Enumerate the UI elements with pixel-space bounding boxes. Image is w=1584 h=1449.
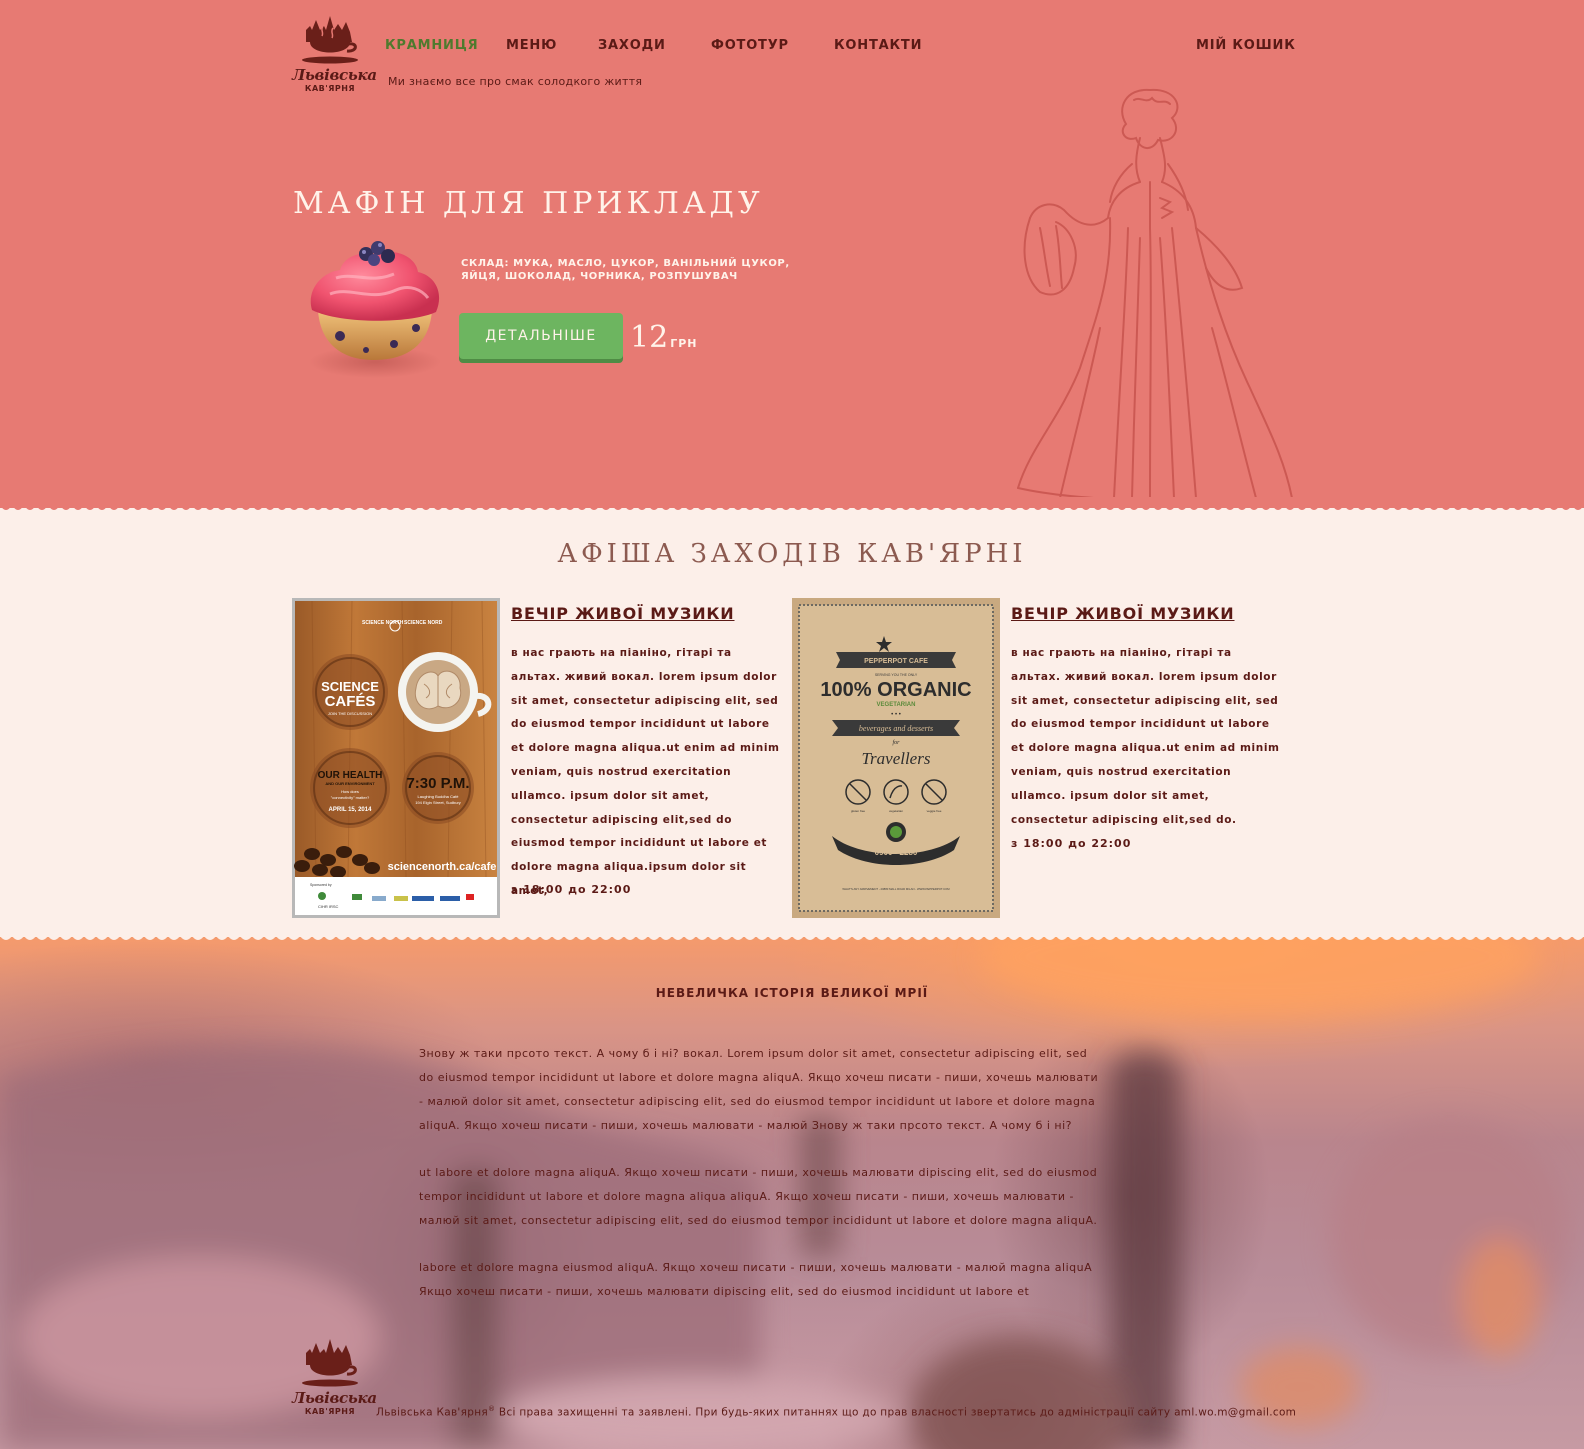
event-title-link[interactable]: ВЕЧІР ЖИВОЇ МУЗИКИ — [1011, 604, 1235, 623]
poster-science-north-text: SCIENCE NORTH — [362, 620, 404, 626]
wave-divider — [0, 930, 1584, 940]
poster-time: 7:30 P.M. — [406, 775, 469, 792]
event-card: SCIENCE NORTH SCIENCE NORD SCIENCE CAFÉS… — [292, 598, 782, 928]
poster-topic-3: How does — [341, 789, 359, 794]
tagline: Ми знаємо все про смак солодкого життя — [388, 75, 643, 88]
price-currency: ГРН — [670, 337, 698, 350]
history-paragraph: Знову ж таки прсото текст. А чому б і ні… — [419, 1047, 1099, 1132]
svg-text:• • •: • • • — [891, 712, 901, 718]
poster-icon-label-3: veggie free — [927, 809, 942, 813]
event-description: в нас грають на піаніно, гітарі та альта… — [1011, 647, 1280, 826]
poster-sponsor: CIHR IRSC — [318, 904, 339, 909]
poster-topic-2: AND OUR ENVIRONMENT — [325, 781, 375, 786]
poster-venue-2: 194 Elgin Street, Sudbury — [415, 800, 461, 805]
event-title-link[interactable]: ВЕЧІР ЖИВОЇ МУЗИКИ — [511, 604, 735, 623]
product-title: МАФІН ДЛЯ ПРИКЛАДУ — [293, 186, 764, 221]
poster-footer-text: WHAT'S ANY ARRIVEMENT - 20880 MALL ROAD … — [842, 887, 950, 891]
event-card: PEPPERPOT CAFE SERVING YOU THE ONLY 100%… — [792, 598, 1282, 928]
hero-section: Львівська КАВ'ЯРНЯ КРАМНИЦЯ МЕНЮ ЗАХОДИ … — [0, 0, 1584, 508]
event-description: в нас грають на піаніно, гітарі та альта… — [511, 647, 780, 897]
event-time: з 18:00 до 22:00 — [511, 883, 632, 896]
product-price: 12 ГРН — [630, 320, 697, 355]
nav-item-events[interactable]: ЗАХОДИ — [598, 38, 666, 53]
poster-vegetarian: VEGETARIAN — [877, 702, 916, 708]
poster-headline-2: CAFÉS — [325, 693, 376, 710]
poster-url: sciencenorth.ca/cafe — [388, 861, 497, 873]
poster-science-nord-text: SCIENCE NORD — [404, 620, 443, 626]
history-title: НЕВЕЛИЧКА ІСТОРІЯ ВЕЛИКОЇ МРІЇ — [655, 986, 929, 1000]
poster-icon-label-2: vegetarian — [889, 809, 903, 813]
poster-topic-4: "connectivity" matter? — [331, 795, 370, 800]
lady-sketch-illustration — [1017, 88, 1293, 503]
poster-organic-headline: 100% ORGANIC — [820, 679, 971, 701]
logo-brand-sub: КАВ'ЯРНЯ — [304, 84, 356, 93]
poster-serving: SERVING YOU THE ONLY — [875, 673, 918, 677]
price-value: 12 — [630, 320, 669, 355]
event-poster-organic-cafe[interactable]: PEPPERPOT CAFE SERVING YOU THE ONLY 100%… — [792, 598, 1000, 918]
poster-date: APRIL 15, 2014 — [329, 807, 373, 813]
poster-topic-1: OUR HEALTH — [318, 770, 383, 781]
copyright-name: Львівська Кав'ярня — [376, 1406, 488, 1419]
history-paragraph: ut labore et dolore magna aliquA. Якщо х… — [419, 1166, 1098, 1227]
nav-item-shop[interactable]: КРАМНИЦЯ — [385, 38, 478, 53]
cart-link[interactable]: МІЙ КОШИК — [1196, 38, 1296, 53]
poster-sponsor-note: Sponsored by — [310, 883, 332, 887]
footer-logo[interactable]: Львівська КАВ'ЯРНЯ — [292, 1335, 377, 1421]
logo-castle-cup-icon — [302, 1339, 358, 1387]
poster-subhead: JOIN THE DISCUSSION — [328, 711, 372, 716]
nav-item-contacts[interactable]: КОНТАКТИ — [834, 38, 922, 53]
events-title: АФІША ЗАХОДІВ КАВ'ЯРНІ — [557, 539, 1027, 569]
nav-item-phototour[interactable]: ФОТОТУР — [711, 38, 789, 53]
details-button[interactable]: ДЕТАЛЬНІШЕ — [459, 313, 623, 359]
logo[interactable]: Львівська КАВ'ЯРНЯ — [292, 12, 377, 98]
poster-headline-1: SCIENCE — [321, 679, 379, 694]
copyright-text: Львівська Кав'ярня® Всі права захищенні … — [376, 1405, 1296, 1419]
footer-brand-sub: КАВ'ЯРНЯ — [304, 1407, 356, 1416]
poster-phone: 0900 - 2280 — [875, 848, 918, 857]
product-ingredients: СКЛАД: МУКА, МАСЛО, ЦУКОР, ВАНІЛЬНИЙ ЦУК… — [461, 258, 790, 282]
poster-script-1: beverages and desserts — [859, 724, 933, 733]
muffin-image — [309, 241, 441, 378]
logo-castle-cup-icon — [302, 16, 358, 64]
nav-item-menu[interactable]: МЕНЮ — [506, 38, 557, 53]
poster-script-2: for — [892, 739, 900, 746]
event-time: з 18:00 до 22:00 — [1011, 837, 1132, 850]
event-poster-science-cafes[interactable]: SCIENCE NORTH SCIENCE NORD SCIENCE CAFÉS… — [292, 598, 500, 918]
poster-icon-label-1: gluten free — [851, 809, 866, 813]
history-paragraph: labore et dolore magna eiusmod aliquA. Я… — [419, 1261, 1093, 1298]
poster-venue-1: Laughing Buddha Café — [418, 794, 460, 799]
poster-script-3: Travellers — [862, 749, 931, 768]
footer-brand-name: Львівська — [292, 1389, 377, 1407]
copyright-body: Всі права захищенні та заявлені. При буд… — [495, 1406, 1297, 1419]
poster-ribbon-text: PEPPERPOT CAFE — [864, 658, 928, 665]
wave-divider — [0, 497, 1584, 510]
logo-brand-name: Львівська — [292, 66, 377, 84]
